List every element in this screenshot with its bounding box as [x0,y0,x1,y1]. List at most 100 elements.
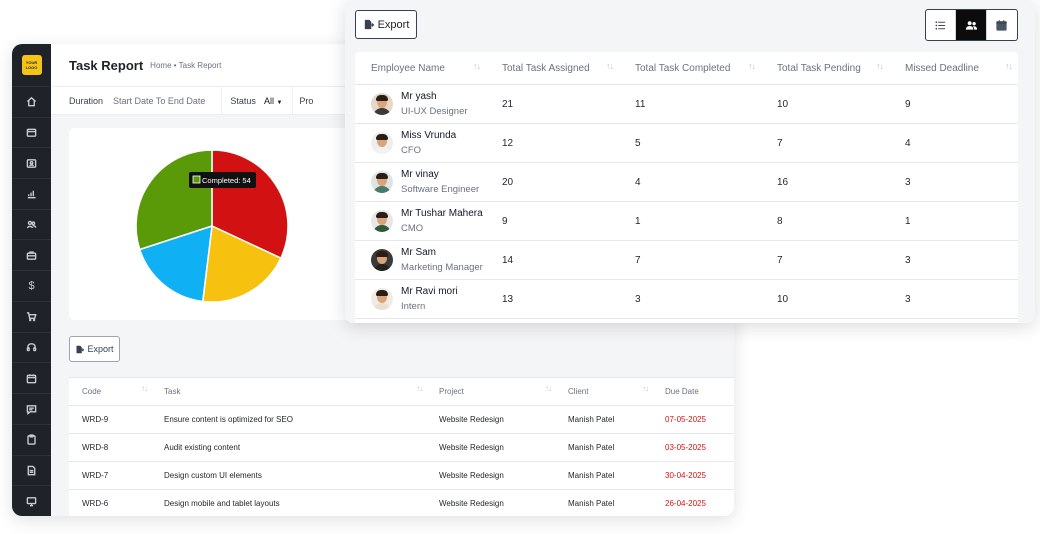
due-date-cell: 07-05-2025 [665,415,706,424]
calendar-view-button[interactable] [987,10,1017,40]
table-row[interactable]: Mr yash UI-UX Designer 21 11 10 9 [355,85,1018,124]
column-header-project[interactable]: Project ↑↓ [426,378,555,405]
headset-icon[interactable] [12,331,51,363]
table-row[interactable]: Mr Tushar Mahera CMO 9 1 8 1 [355,202,1018,241]
list-view-button[interactable] [926,10,957,40]
column-header-due-date[interactable]: Due Date [652,378,734,405]
column-header-total-task-assigned[interactable]: Total Task Assigned ↑↓ [486,52,619,84]
status-label: Status [230,95,256,106]
task-cell: Audit existing content [164,443,241,452]
client-cell: Manish Patel [568,471,615,480]
table-row[interactable]: WRD-6 Design mobile and tablet layouts W… [69,490,734,516]
missed-cell: 3 [905,254,911,266]
breadcrumb[interactable]: Home • Task Report [150,61,221,70]
calendar-icon[interactable] [12,362,51,393]
column-header-total-task-completed[interactable]: Total Task Completed ↑↓ [619,52,761,84]
tooltip-swatch [192,175,201,184]
pending-cell: 10 [777,98,789,110]
pending-cell: 16 [777,176,789,188]
sort-icon: ↑↓ [473,61,481,71]
briefcase-icon[interactable] [12,239,51,270]
employee-text: Miss Vrunda CFO [401,130,456,156]
calendar-icon [996,19,1007,31]
duration-label: Duration [69,95,104,106]
pie-chart[interactable]: Completed: 54 [69,128,369,320]
avatar[interactable] [371,132,393,154]
completed-cell: 4 [635,176,641,188]
completed-cell: 3 [635,293,641,305]
column-header-task[interactable]: Task ↑↓ [151,378,426,405]
users-icon [965,20,977,30]
document-icon[interactable] [12,454,51,486]
users-view-button[interactable] [956,10,987,40]
monitor-icon[interactable] [12,485,51,516]
avatar[interactable] [371,210,393,232]
caret-down-icon: ▼ [276,99,283,106]
column-header-employee-name[interactable]: Employee Name ↑↓ [355,52,486,84]
employee-text: Mr yash UI-UX Designer [401,91,468,117]
avatar-body [373,264,391,271]
missed-cell: 9 [905,98,911,110]
sort-icon: ↑↓ [416,384,423,393]
employee-text: Mr Ravi mori Intern [401,286,458,312]
employee-text: Mr Sam Marketing Manager [401,247,483,273]
employee-cell: Mr Sam Marketing Manager [355,241,486,279]
users-icon[interactable] [12,208,51,240]
employee-name: Mr Ravi mori [401,286,458,297]
sidebar: YOUR LOGO $ [12,44,51,516]
employee-table: Employee Name ↑↓ Total Task Assigned ↑↓ To… [355,52,1018,323]
avatar-body [373,225,391,232]
employee-name: Miss Vrunda [401,130,457,141]
column-header-missed-deadline[interactable]: Missed Deadline ↑↓ [889,52,1018,84]
pending-cell: 7 [777,254,783,266]
table-row[interactable]: Miss Vrunda CFO 12 5 7 4 [355,124,1018,163]
avatar[interactable] [371,171,393,193]
employee-role: UI-UX Designer [401,106,468,117]
table-row[interactable]: Mr Ravi mori Intern 13 3 10 3 [355,280,1018,319]
avatar[interactable] [371,249,393,271]
chat-icon[interactable] [12,393,51,424]
missed-cell: 3 [905,293,911,305]
completed-cell: 7 [635,254,641,266]
avatar[interactable] [371,288,393,310]
code-cell: WRD-6 [82,499,109,508]
project-label: Pro [299,95,314,106]
client-cell: Manish Patel [568,415,615,424]
employee-cell: Mr yash UI-UX Designer [355,85,486,123]
employee: Mr Sam Marketing Manager [371,247,483,273]
wallet-icon[interactable] [12,116,51,148]
assigned-cell: 20 [502,176,514,188]
avatar-hair [376,290,388,296]
dollar-icon[interactable]: $ [12,270,51,301]
page-title: Task Report [69,57,144,73]
employee-cell: Mr vinay Software Engineer [355,163,486,201]
employee-text: Mr vinay Software Engineer [401,169,479,195]
clipboard-icon[interactable] [12,423,51,455]
home-icon[interactable] [12,85,51,117]
table-row[interactable]: WRD-8 Audit existing content Website Red… [69,434,734,462]
table-row[interactable]: Mr Sam Marketing Manager 14 7 7 3 [355,241,1018,280]
divider [221,86,223,115]
table-row[interactable]: WRD-7 Design custom UI elements Website … [69,462,734,490]
bar-chart-icon[interactable] [12,178,51,209]
avatar[interactable] [371,93,393,115]
table-header: Employee Name ↑↓ Total Task Assigned ↑↓ To… [355,52,1018,85]
cart-icon[interactable] [12,300,51,332]
due-date-cell: 30-04-2025 [665,471,706,480]
assigned-cell: 13 [502,293,514,305]
id-card-icon[interactable] [12,147,51,178]
table-row[interactable]: Mr vinay Software Engineer 20 4 16 3 [355,163,1018,202]
export-button[interactable]: Export [355,10,417,39]
export-button[interactable]: Export [69,336,120,362]
column-header-total-task-pending[interactable]: Total Task Pending ↑↓ [761,52,889,84]
completed-cell: 1 [635,215,641,227]
pending-cell: 10 [777,293,789,305]
table-row[interactable]: WRD-9 Ensure content is optimized for SE… [69,406,734,434]
column-header-code[interactable]: Code ↑↓ [69,378,151,405]
status-select[interactable]: All ▼ [264,96,282,106]
column-header-client[interactable]: Client ↑↓ [555,378,652,405]
employee: Mr vinay Software Engineer [371,169,479,195]
duration-input[interactable]: Start Date To End Date [113,96,205,106]
logo[interactable]: YOUR LOGO [21,55,42,75]
employee: Mr yash UI-UX Designer [371,91,468,117]
